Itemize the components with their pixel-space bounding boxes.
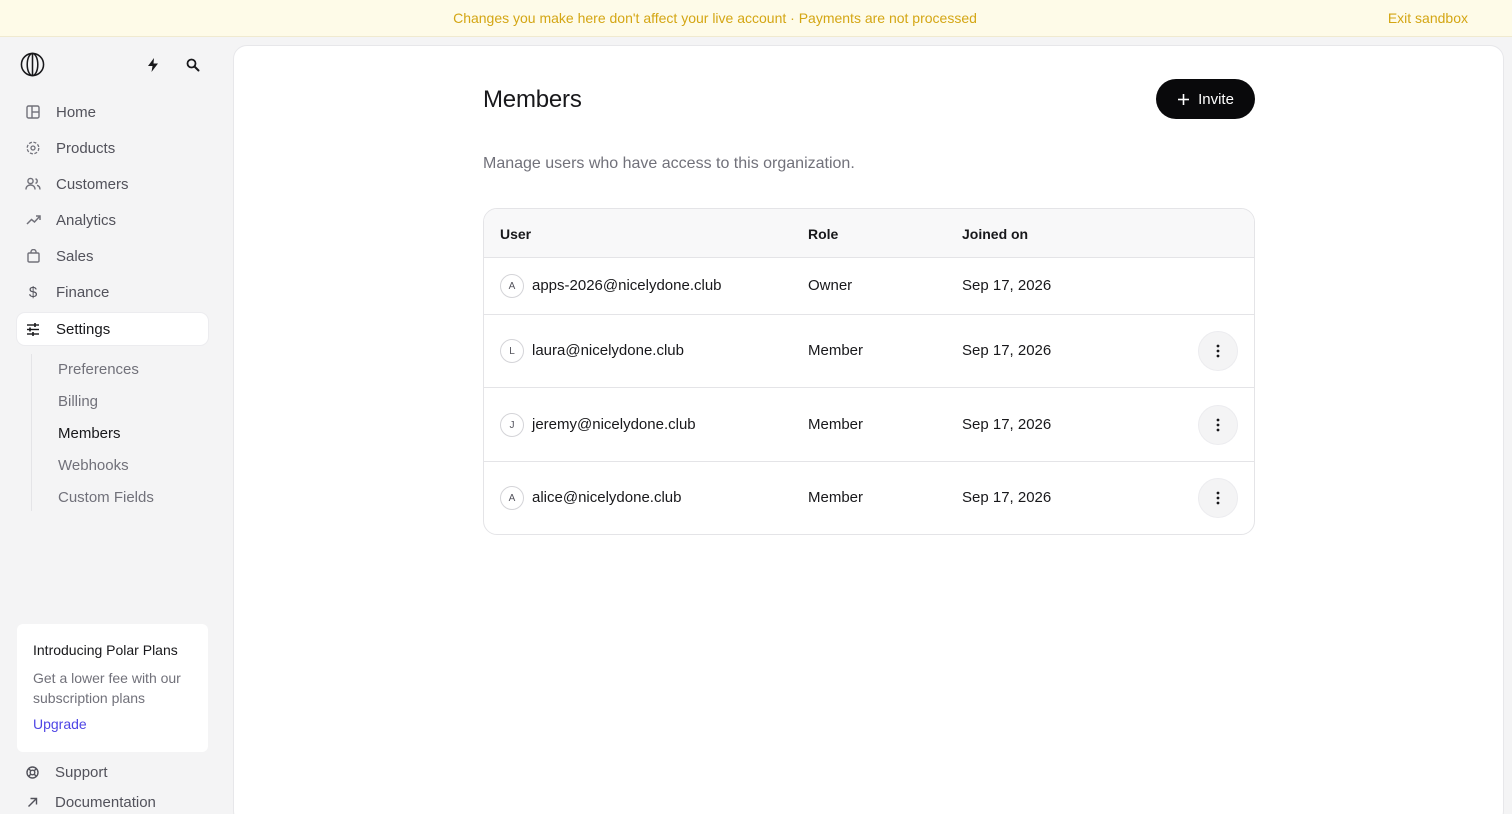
lifebuoy-icon — [25, 766, 39, 780]
page-subtitle: Manage users who have access to this org… — [483, 155, 855, 172]
column-header-user: User — [500, 226, 532, 242]
member-joined-date: Sep 17, 2026 — [962, 416, 1052, 433]
promo-card: Introducing Polar Plans Get a lower fee … — [17, 624, 208, 752]
subnav-item-webhooks[interactable]: Webhooks — [58, 457, 129, 474]
sales-bag-icon — [25, 248, 41, 264]
sidebar-item-finance[interactable]: $ Finance — [17, 276, 208, 308]
vertical-dots-icon — [1216, 491, 1220, 505]
more-options-button[interactable] — [1198, 405, 1238, 445]
column-header-role: Role — [808, 226, 839, 242]
table-row: L laura@nicelydone.club Member Sep 17, 2… — [484, 315, 1254, 388]
avatar: J — [500, 413, 524, 437]
analytics-icon — [25, 212, 41, 228]
subnav-item-custom-fields[interactable]: Custom Fields — [58, 489, 154, 506]
member-role: Owner — [808, 277, 853, 294]
member-email: alice@nicelydone.club — [532, 489, 682, 506]
sidebar-item-label: Settings — [56, 320, 111, 338]
settings-subnav: Preferences Billing Members Webhooks Cus… — [31, 354, 211, 511]
vertical-dots-icon — [1216, 344, 1220, 358]
page-title: Members — [483, 86, 582, 113]
table-row: A alice@nicelydone.club Member Sep 17, 2… — [484, 462, 1254, 534]
sidebar-item-label: Analytics — [56, 211, 117, 229]
sidebar-item-customers[interactable]: Customers — [17, 168, 208, 200]
more-options-button[interactable] — [1198, 478, 1238, 518]
member-joined-date: Sep 17, 2026 — [962, 489, 1052, 506]
lightning-icon[interactable] — [143, 55, 163, 75]
sidebar-item-label: Products — [56, 139, 116, 157]
subnav-item-preferences[interactable]: Preferences — [58, 361, 139, 378]
more-options-button[interactable] — [1198, 331, 1238, 371]
sidebar-item-label: Finance — [56, 283, 110, 301]
sliders-icon — [25, 321, 41, 337]
sidebar-item-products[interactable]: Products — [17, 132, 208, 164]
sandbox-banner: Changes you make here don't affect your … — [0, 0, 1512, 37]
support-link[interactable]: Support — [25, 764, 108, 781]
table-header: User Role Joined on — [484, 209, 1254, 258]
promo-title: Introducing Polar Plans — [33, 642, 178, 658]
member-role: Member — [808, 416, 864, 433]
avatar: A — [500, 274, 524, 298]
documentation-link[interactable]: Documentation — [25, 794, 156, 811]
member-email: laura@nicelydone.club — [532, 342, 684, 359]
sidebar-item-home[interactable]: Home — [17, 96, 208, 128]
dollar-icon: $ — [28, 283, 38, 301]
customers-icon — [25, 176, 41, 192]
member-email: jeremy@nicelydone.club — [532, 416, 696, 433]
invite-button[interactable]: Invite — [1156, 79, 1255, 119]
support-label: Support — [55, 764, 108, 781]
main-panel: Members Invite Manage users who have acc… — [233, 45, 1504, 814]
table-row: A apps-2026@nicelydone.club Owner Sep 17… — [484, 258, 1254, 315]
member-email: apps-2026@nicelydone.club — [532, 277, 722, 294]
sidebar-item-label: Customers — [56, 175, 129, 193]
member-joined-date: Sep 17, 2026 — [962, 342, 1052, 359]
documentation-label: Documentation — [55, 794, 156, 811]
invite-button-label: Invite — [1198, 90, 1234, 108]
products-icon — [25, 140, 41, 156]
member-role: Member — [808, 342, 864, 359]
subnav-item-billing[interactable]: Billing — [58, 393, 98, 410]
sidebar-item-label: Home — [56, 103, 97, 121]
subnav-item-members[interactable]: Members — [58, 425, 121, 442]
vertical-dots-icon — [1216, 418, 1220, 432]
sidebar-item-settings[interactable]: Settings — [17, 313, 208, 345]
sidebar: Home Products Customers Analytics Sales … — [0, 37, 233, 814]
column-header-joined-on: Joined on — [962, 226, 1029, 242]
exit-sandbox-link[interactable]: Exit sandbox — [1388, 10, 1468, 26]
sandbox-banner-message: Changes you make here don't affect your … — [453, 10, 977, 26]
polar-logo-icon[interactable] — [20, 52, 45, 77]
sidebar-item-label: Sales — [56, 247, 94, 265]
upgrade-link[interactable]: Upgrade — [33, 716, 192, 732]
avatar: L — [500, 339, 524, 363]
sidebar-item-sales[interactable]: Sales — [17, 240, 208, 272]
member-role: Member — [808, 489, 864, 506]
table-row: J jeremy@nicelydone.club Member Sep 17, … — [484, 388, 1254, 462]
external-arrow-icon — [25, 796, 39, 810]
search-icon[interactable] — [183, 55, 203, 75]
avatar: A — [500, 486, 524, 510]
member-joined-date: Sep 17, 2026 — [962, 277, 1052, 294]
plus-icon — [1177, 93, 1190, 106]
promo-body: Get a lower fee with our subscription pl… — [33, 670, 181, 706]
members-table: User Role Joined on A apps-2026@nicelydo… — [483, 208, 1255, 535]
home-icon — [25, 104, 41, 120]
sidebar-item-analytics[interactable]: Analytics — [17, 204, 208, 236]
